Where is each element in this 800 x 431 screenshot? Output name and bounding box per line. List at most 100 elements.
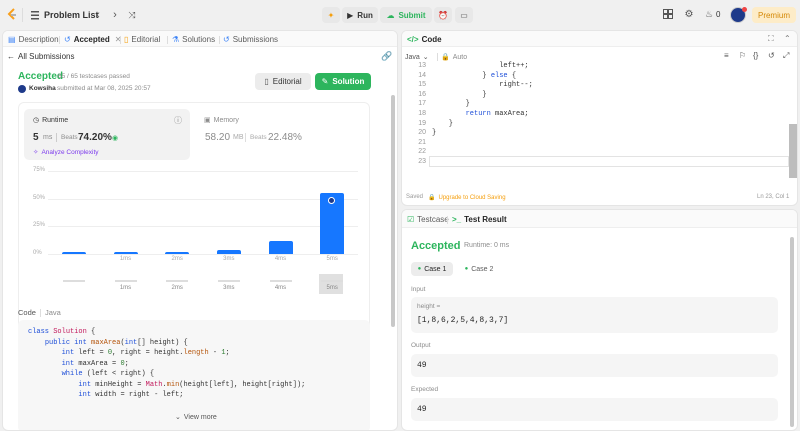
timer-button[interactable]: ⏰ [434,7,452,23]
top-bar: Problem List ‹ › ⤨ ✦ ▶ Run ☁ Submit ⏰ ▭ … [0,0,800,30]
editor-panel: </> Code ⛶ ⌃ Java ⌄ 🔒 Auto ≡ ⚐ {} ↺ ⤢ 13… [401,30,798,206]
alarm-icon: ⏰ [438,10,448,20]
tab-testcase-label: Testcase [417,215,449,224]
input-value: [1,8,6,2,5,4,8,3,7] [417,316,509,325]
cloud-upload-icon: ☁ [386,10,395,20]
notes-button[interactable]: ▭ [455,7,473,23]
chart-bar[interactable] [268,240,293,254]
input-label: Input [411,286,426,293]
chart-bar-current[interactable] [320,193,345,254]
case-1-label: Case 1 [424,265,447,273]
code-label: Code [18,308,36,317]
tab-test-result[interactable]: >_ Test Result [452,215,507,224]
editor-scrollbar[interactable] [789,124,797,178]
chart-bar[interactable] [216,249,241,254]
chart-range-tick [62,280,85,282]
divider [40,309,41,317]
runtime-distribution-chart: 0% 25% 50% 75% 1ms 2ms 3ms 4ms 5ms 1ms 2ms 3ms 4ms 5m… [3,31,397,331]
view-more-label: View more [183,413,217,421]
chart-y-tick-label: 75% [33,167,46,173]
problem-list-link[interactable]: Problem List [44,10,99,20]
chart-range-tick [166,280,189,282]
chart-bar[interactable] [113,252,138,254]
chart-y-tick-label: 0% [33,250,42,256]
layout-icon[interactable] [663,9,673,19]
chart-bar[interactable] [165,252,190,254]
code-editor[interactable]: 13 left++; 14 } else {15 right--; 16 } 17 }… [402,31,797,205]
editor-code-line[interactable]: } [432,100,470,108]
expected-label: Expected [411,386,439,393]
saved-status: Saved [406,194,424,200]
case-1-tab[interactable]: ● Case 1 [411,262,453,276]
notification-dot [742,7,747,12]
line-number: 20 [418,129,426,137]
expected-value: 49 [417,405,427,414]
chevron-right-icon[interactable]: › [110,9,120,21]
dot-icon: ● [417,266,422,272]
expected-box [411,398,778,421]
tab-testcase[interactable]: ☑ Testcase [407,215,449,224]
play-icon: ▶ [347,10,354,20]
chart-range-label: 5ms [326,285,338,291]
editor-code-line[interactable]: } else { [432,72,516,80]
avatar[interactable] [730,7,747,23]
line-number: 14 [418,71,426,79]
editor-code-line[interactable]: } [432,120,453,128]
code-line: int width = right - left; [78,391,184,399]
case-2-tab[interactable]: ● Case 2 [458,262,500,276]
test-panel: ☑ Testcase >_ Test Result Accepted Runti… [401,209,798,431]
output-box [411,354,778,377]
run-button[interactable]: ▶ Run [342,7,378,23]
current-line-highlight [429,156,789,167]
list-icon[interactable] [30,10,40,20]
chart-y-tick-label: 25% [33,222,46,229]
line-number: 18 [418,110,426,117]
chart-bar[interactable] [61,252,86,254]
premium-button[interactable]: Premium [752,7,796,23]
streak-count: 0 [716,10,721,19]
chart-range-handle[interactable] [319,274,344,294]
editor-code-line[interactable]: left++; [432,62,528,70]
chart-range-tick [217,280,240,282]
cursor-position: Ln 23, Col 1 [757,194,790,200]
chevron-left-icon[interactable]: ‹ [93,9,103,21]
chart-range-tick [321,280,344,282]
submit-label: Submit [398,10,426,20]
tab-test-result-label: Test Result [464,215,507,224]
code-line: int minHeight = Math.min(height[left], h… [78,380,306,389]
input-param-name: height = [417,303,441,310]
line-number: 16 [418,90,426,98]
code-line: class Solution { [28,328,96,336]
shuffle-icon[interactable]: ⤨ [127,10,137,20]
line-number: 23 [418,158,426,165]
view-more-button[interactable]: ⌄ View more [175,413,217,422]
left-scrollbar[interactable] [391,95,395,327]
gear-icon[interactable]: ⚙ [683,8,695,20]
premium-label: Premium [757,10,790,20]
divider [22,8,23,22]
line-number: 17 [418,100,426,108]
chart-range-selector[interactable]: 1ms 2ms 3ms 4ms 5ms [48,274,358,294]
editor-code-line[interactable]: right--; [432,81,533,89]
fire-icon[interactable]: ♨ [704,8,714,20]
test-runtime: Runtime: 0 ms [464,242,510,249]
tab-divider [447,216,448,224]
chart-x-tick-label: 4ms [274,256,287,262]
submit-button[interactable]: ☁ Submit [380,7,432,23]
chart-x-tick-label: 2ms [171,256,183,262]
editor-code-line[interactable]: } [432,129,436,137]
input-box [411,297,778,333]
run-label: Run [357,10,373,20]
terminal-icon: >_ [452,215,462,224]
upgrade-cloud-saving-link[interactable]: 🔒 Upgrade to Cloud Saving [428,194,506,202]
editor-code-line[interactable]: return maxArea; [432,110,529,118]
test-scrollbar[interactable] [790,237,794,427]
lock-icon: 🔒 [428,195,436,201]
editor-code-line[interactable]: } [432,91,486,99]
chart-range-tick [114,280,137,282]
leetcode-logo-icon[interactable] [6,8,18,22]
chart-range-label: 1ms [119,285,132,291]
line-number: 22 [418,148,426,156]
debug-button[interactable]: ✦ [322,7,340,23]
chart-x-tick-label: 1ms [119,256,132,262]
